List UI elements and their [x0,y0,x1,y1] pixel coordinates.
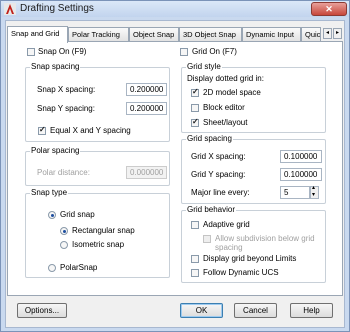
grid-x-spacing-label: Grid X spacing: [191,152,246,161]
tab-snap-and-grid[interactable]: Snap and Grid [7,26,68,43]
major-line-input[interactable]: 5 [280,186,310,199]
ok-button[interactable]: OK [180,303,223,318]
grid-x-spacing-input[interactable]: 0.100000 [280,150,322,163]
tab-scroll-right-icon[interactable]: ▸ [333,28,342,39]
grid-style-subtitle: Display dotted grid in: [187,74,264,83]
tab-scroll-left-icon[interactable]: ◂ [323,28,332,39]
snap-x-spacing-label: Snap X spacing: [37,85,96,94]
grid-snap-radio[interactable] [48,211,56,219]
grid-behavior-title: Grid behavior [186,205,237,214]
adaptive-grid-label: Adaptive grid [203,220,250,229]
polarsnap-radio[interactable] [48,264,56,272]
tab-strip: Snap and Grid Polar Tracking Object Snap… [7,26,343,43]
isometric-snap-label: Isometric snap [72,240,125,249]
window-title: Drafting Settings [20,3,94,14]
allow-subdivision-label: Allow subdivision below grid [215,234,315,243]
tab-dynamic-input[interactable]: Dynamic Input [242,27,301,41]
drafting-settings-window: Drafting Settings ✕ Snap and Grid Polar … [0,0,350,332]
help-button[interactable]: Help [290,303,333,318]
tab-polar-tracking[interactable]: Polar Tracking [68,27,129,41]
grid-style-title: Grid style [186,62,222,71]
beyond-limits-label: Display grid beyond Limits [203,254,297,263]
close-button[interactable]: ✕ [311,2,347,16]
polar-distance-label: Polar distance: [37,168,90,177]
follow-dynamic-ucs-checkbox[interactable] [191,269,199,277]
block-editor-label: Block editor [203,103,245,112]
follow-dynamic-ucs-label: Follow Dynamic UCS [203,268,279,277]
autocad-app-icon [4,3,16,15]
sheet-layout-checkbox[interactable] [191,117,199,127]
snap-on-checkbox[interactable] [27,48,35,56]
adaptive-grid-checkbox[interactable] [191,221,199,229]
snap-spacing-group: Snap spacing Snap X spacing: 0.200000 Sn… [25,62,170,142]
polar-spacing-group: Polar spacing Polar distance: 0.000000 [25,146,170,186]
grid-spacing-title: Grid spacing [186,134,233,143]
snap-y-spacing-label: Snap Y spacing: [37,104,95,113]
grid-y-spacing-input[interactable]: 0.100000 [280,168,322,181]
major-line-spinner-icon[interactable] [310,184,319,199]
allow-subdivision-checkbox[interactable] [203,235,211,243]
grid-style-group: Grid style Display dotted grid in: 2D mo… [181,62,326,133]
snap-y-spacing-input[interactable]: 0.200000 [126,102,167,115]
grid-behavior-group: Grid behavior Adaptive grid Allow subdiv… [181,205,326,283]
tab-3d-object-snap[interactable]: 3D Object Snap [179,27,242,41]
sheet-layout-label: Sheet/layout [203,118,248,127]
grid-spacing-group: Grid spacing Grid X spacing: 0.100000 Gr… [181,134,326,204]
polar-spacing-title: Polar spacing [30,146,81,155]
beyond-limits-checkbox[interactable] [191,255,199,263]
tab-panel-snap-and-grid: Snap On (F9) Snap spacing Snap X spacing… [7,41,343,296]
polar-distance-input[interactable]: 0.000000 [126,166,167,179]
grid-y-spacing-label: Grid Y spacing: [191,170,246,179]
snap-spacing-title: Snap spacing [30,62,81,71]
tab-quick-properties[interactable]: Quic [301,27,321,41]
grid-on-checkbox[interactable] [180,48,188,56]
polarsnap-label: PolarSnap [60,263,98,272]
options-button[interactable]: Options... [17,303,67,318]
equal-xy-spacing-checkbox[interactable] [38,125,46,135]
rectangular-snap-label: Rectangular snap [72,226,135,235]
isometric-snap-radio[interactable] [60,241,68,249]
model-space-checkbox[interactable] [191,87,199,97]
snap-type-group: Snap type Grid snap Rectangular snap Iso… [25,188,170,278]
allow-subdivision-label-line2: spacing [215,243,243,252]
rectangular-snap-radio[interactable] [60,227,68,235]
major-line-label: Major line every: [191,188,250,197]
snap-type-title: Snap type [30,188,69,197]
snap-x-spacing-input[interactable]: 0.200000 [126,83,167,96]
model-space-label: 2D model space [203,88,261,97]
tab-object-snap[interactable]: Object Snap [129,27,179,41]
snap-on-label: Snap On (F9) [38,47,87,56]
title-bar[interactable]: Drafting Settings ✕ [1,1,349,17]
grid-snap-label: Grid snap [60,210,95,219]
cancel-button[interactable]: Cancel [234,303,277,318]
equal-xy-spacing-label: Equal X and Y spacing [50,126,131,135]
grid-on-label: Grid On (F7) [192,47,237,56]
block-editor-checkbox[interactable] [191,104,199,112]
